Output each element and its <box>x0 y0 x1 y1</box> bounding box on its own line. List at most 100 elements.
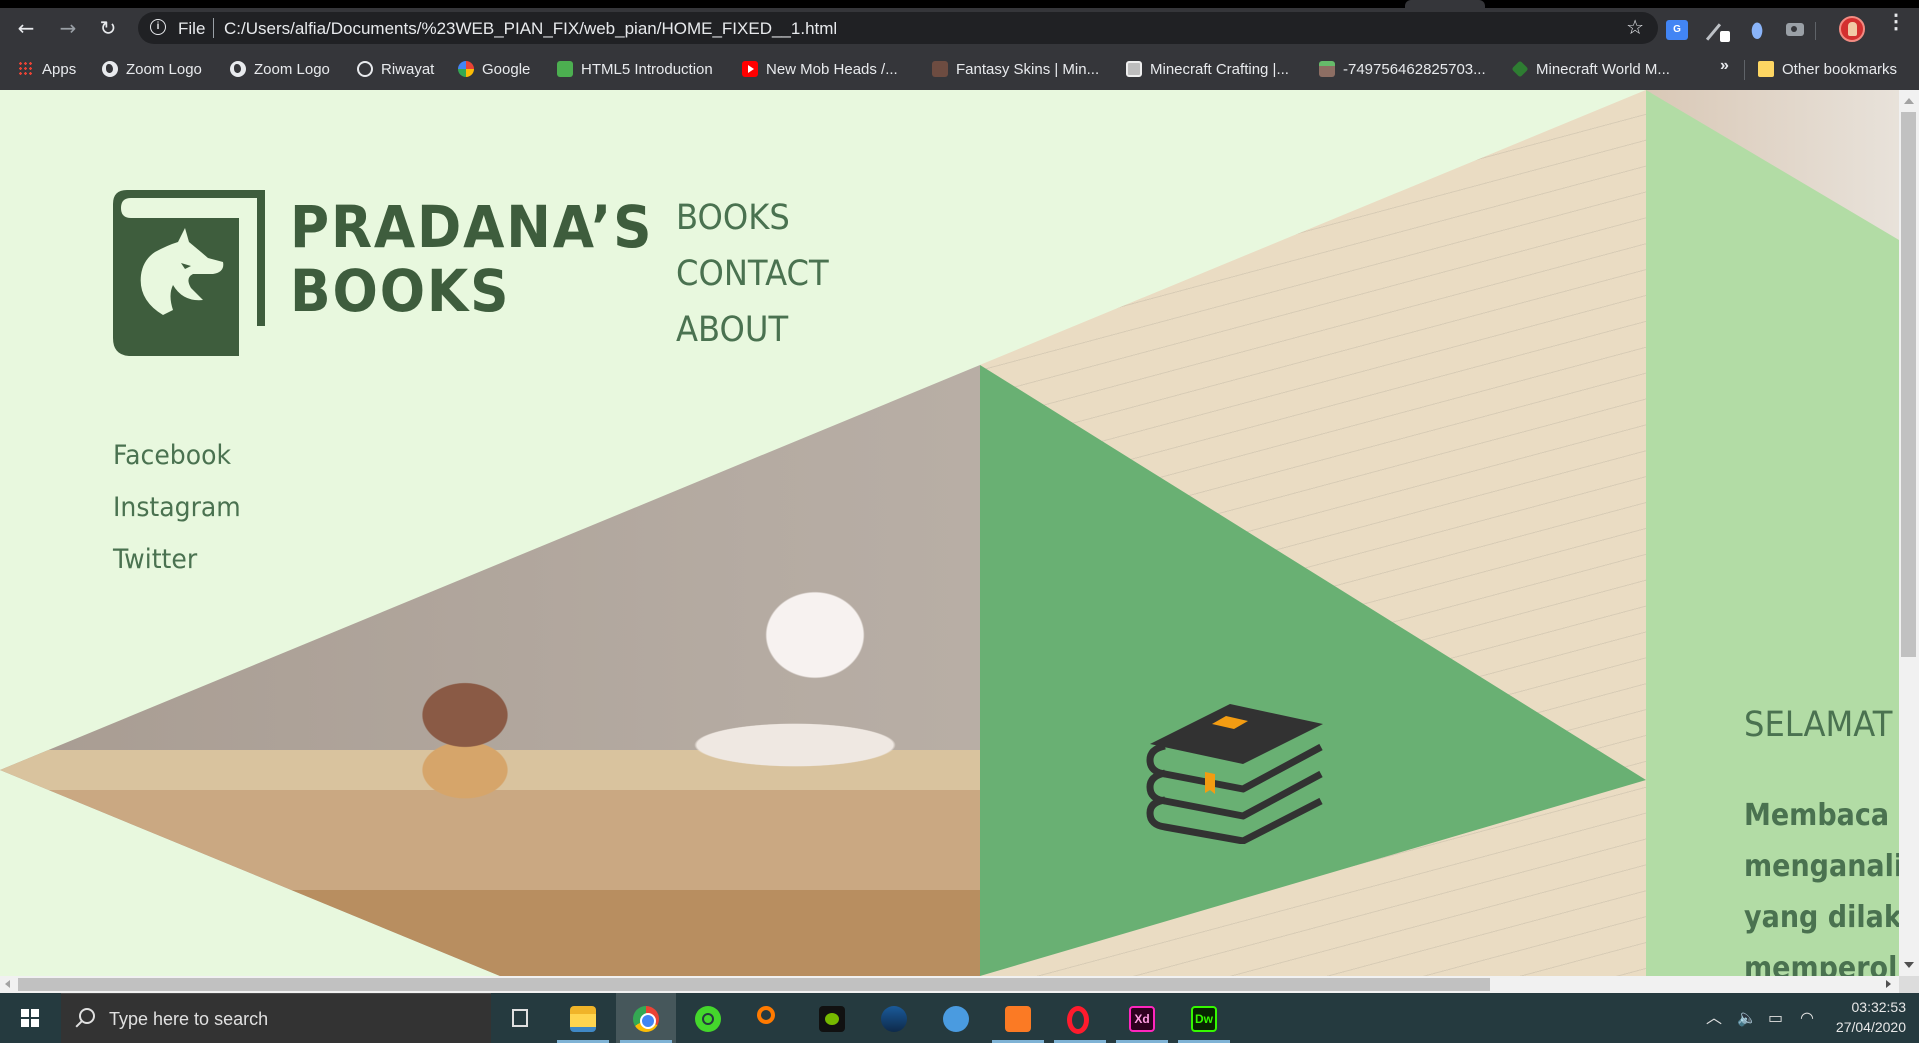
address-bar[interactable]: i File C:/Users/alfia/Documents/%23WEB_P… <box>138 12 1658 44</box>
intro-line: memperol <box>1744 951 1898 976</box>
camera-extension-icon[interactable] <box>1786 23 1804 36</box>
google-icon <box>458 61 474 77</box>
nvidia-button[interactable] <box>802 993 862 1043</box>
brand-line-2: BOOKS <box>290 257 511 325</box>
scroll-right-arrow-icon[interactable] <box>1886 980 1891 988</box>
kebab-menu-icon[interactable]: ⋮ <box>1886 12 1906 32</box>
bookmark-minecraft-world[interactable]: Minecraft World M... <box>1511 59 1670 79</box>
bookmark-label: Riwayat <box>381 60 435 78</box>
bookmark-new-mob-heads[interactable]: New Mob Heads /... <box>742 59 898 79</box>
bookmark-riwayat[interactable]: Riwayat <box>357 59 434 79</box>
search-icon <box>79 1008 95 1024</box>
apps-grid-icon <box>18 61 34 77</box>
bookmark-zoom-logo-2[interactable]: Zoom Logo <box>230 59 330 79</box>
other-bookmarks-label: Other bookmarks <box>1782 60 1898 78</box>
globe-icon <box>102 61 118 77</box>
clock-date: 27/04/2020 <box>1835 1019 1906 1035</box>
pen-extension-icon[interactable] <box>1710 20 1732 42</box>
vertical-scroll-thumb[interactable] <box>1901 112 1916 657</box>
wolf-book-logo-icon[interactable] <box>113 190 265 356</box>
forward-arrow-icon[interactable]: → <box>54 14 82 42</box>
magnifier-app-icon <box>757 1006 775 1024</box>
horizontal-scrollbar[interactable] <box>0 976 1919 993</box>
dreamweaver-button[interactable]: Dw <box>1174 993 1234 1043</box>
tab-strip <box>0 0 1919 8</box>
location-pin-extension-icon[interactable]: ⬮ <box>1746 20 1768 40</box>
address-scheme: File <box>178 19 206 38</box>
youtube-icon <box>742 61 758 77</box>
scroll-left-arrow-icon[interactable] <box>5 980 10 988</box>
reload-icon[interactable]: ↻ <box>94 14 122 42</box>
google-translate-extension-icon[interactable]: G <box>1666 20 1688 40</box>
toolbar-divider <box>1815 22 1816 40</box>
show-hidden-icons-chevron-icon[interactable]: ︿ <box>1706 993 1722 1043</box>
clock-time: 03:32:53 <box>1851 999 1907 1015</box>
brand-name[interactable]: PRADANA’S BOOKS <box>290 195 653 323</box>
dreamweaver-icon: Dw <box>1191 1006 1217 1032</box>
taskbar-search[interactable]: Type here to search <box>61 993 491 1043</box>
search-app-button[interactable] <box>740 993 800 1043</box>
intro-line: Membaca a <box>1744 798 1899 833</box>
w3schools-icon <box>557 61 573 77</box>
windows-logo-icon <box>21 1009 39 1027</box>
twitter-link[interactable]: Twitter <box>113 534 241 586</box>
chrome-button[interactable] <box>616 993 676 1043</box>
bookmark-label: Apps <box>42 60 77 78</box>
start-button[interactable] <box>0 993 60 1043</box>
scroll-up-arrow-icon[interactable] <box>1904 98 1914 104</box>
bookmark-label: HTML5 Introduction <box>581 60 713 78</box>
bookmark-fantasy-skins[interactable]: Fantasy Skins | Min... <box>932 59 1099 79</box>
nav-contact[interactable]: CONTACT <box>676 246 829 302</box>
back-arrow-icon[interactable]: ← <box>12 14 40 42</box>
razer-cortex-button[interactable] <box>678 993 738 1043</box>
battery-icon[interactable]: ▭ <box>1768 993 1783 1043</box>
bookmark-label: -749756462825703... <box>1343 60 1486 78</box>
bookmark-label: Zoom Logo <box>254 60 330 78</box>
blue-app-icon <box>943 1006 969 1032</box>
social-links: Facebook Instagram Twitter <box>113 430 250 586</box>
file-explorer-button[interactable] <box>553 993 613 1043</box>
other-bookmarks[interactable]: Other bookmarks <box>1758 59 1897 79</box>
bookmarks-overflow-button[interactable]: » <box>1720 57 1729 75</box>
bookmark-minecraft-crafting[interactable]: Minecraft Crafting |... <box>1126 59 1289 79</box>
page-viewport: PRADANA’S BOOKS BOOKS CONTACT ABOUT Face… <box>0 90 1899 976</box>
tab-notch <box>1405 0 1485 8</box>
adobe-xd-button[interactable]: Xd <box>1112 993 1172 1043</box>
volume-icon[interactable]: 🔈 <box>1737 993 1757 1043</box>
profile-avatar[interactable] <box>1839 16 1865 42</box>
main-nav: BOOKS CONTACT ABOUT <box>676 190 842 358</box>
bookmarks-bar: Apps Zoom Logo Zoom Logo Riwayat Google … <box>0 48 1919 90</box>
blue-app-button[interactable] <box>926 993 986 1043</box>
scroll-down-arrow-icon[interactable] <box>1904 962 1914 968</box>
bookmark-zoom-logo[interactable]: Zoom Logo <box>102 59 202 79</box>
instagram-link[interactable]: Instagram <box>113 482 241 534</box>
bookmarks-divider <box>1744 60 1745 80</box>
intro-line: menganalis <box>1744 849 1899 884</box>
info-icon[interactable]: i <box>150 19 166 35</box>
bookmark-label: Zoom Logo <box>126 60 202 78</box>
task-view-button[interactable] <box>490 993 550 1043</box>
wifi-icon[interactable]: ◠ <box>1800 993 1814 1043</box>
folder-icon <box>1758 61 1774 77</box>
bookmark-apps[interactable]: Apps <box>18 59 76 79</box>
nvidia-icon <box>819 1006 845 1032</box>
steam-button[interactable] <box>864 993 924 1043</box>
steam-icon <box>881 1006 907 1032</box>
vertical-scrollbar[interactable] <box>1899 90 1919 976</box>
system-clock[interactable]: 03:32:53 27/04/2020 <box>1826 997 1906 1037</box>
bookmark-html5-introduction[interactable]: HTML5 Introduction <box>557 59 713 79</box>
nav-books[interactable]: BOOKS <box>676 190 829 246</box>
bookmark-google[interactable]: Google <box>458 59 530 79</box>
nav-about[interactable]: ABOUT <box>676 302 829 358</box>
bookmark-star-icon[interactable]: ☆ <box>1626 15 1644 39</box>
opera-button[interactable] <box>1050 993 1110 1043</box>
adobe-xd-icon: Xd <box>1129 1006 1155 1032</box>
facebook-link[interactable]: Facebook <box>113 430 241 482</box>
book-icon <box>1126 61 1142 77</box>
xampp-icon <box>1005 1006 1031 1032</box>
globe-icon <box>230 61 246 77</box>
xampp-button[interactable] <box>988 993 1048 1043</box>
bookmark-numeric[interactable]: -749756462825703... <box>1319 59 1486 79</box>
address-url[interactable]: C:/Users/alfia/Documents/%23WEB_PIAN_FIX… <box>224 19 837 39</box>
horizontal-scroll-thumb[interactable] <box>18 978 1490 991</box>
